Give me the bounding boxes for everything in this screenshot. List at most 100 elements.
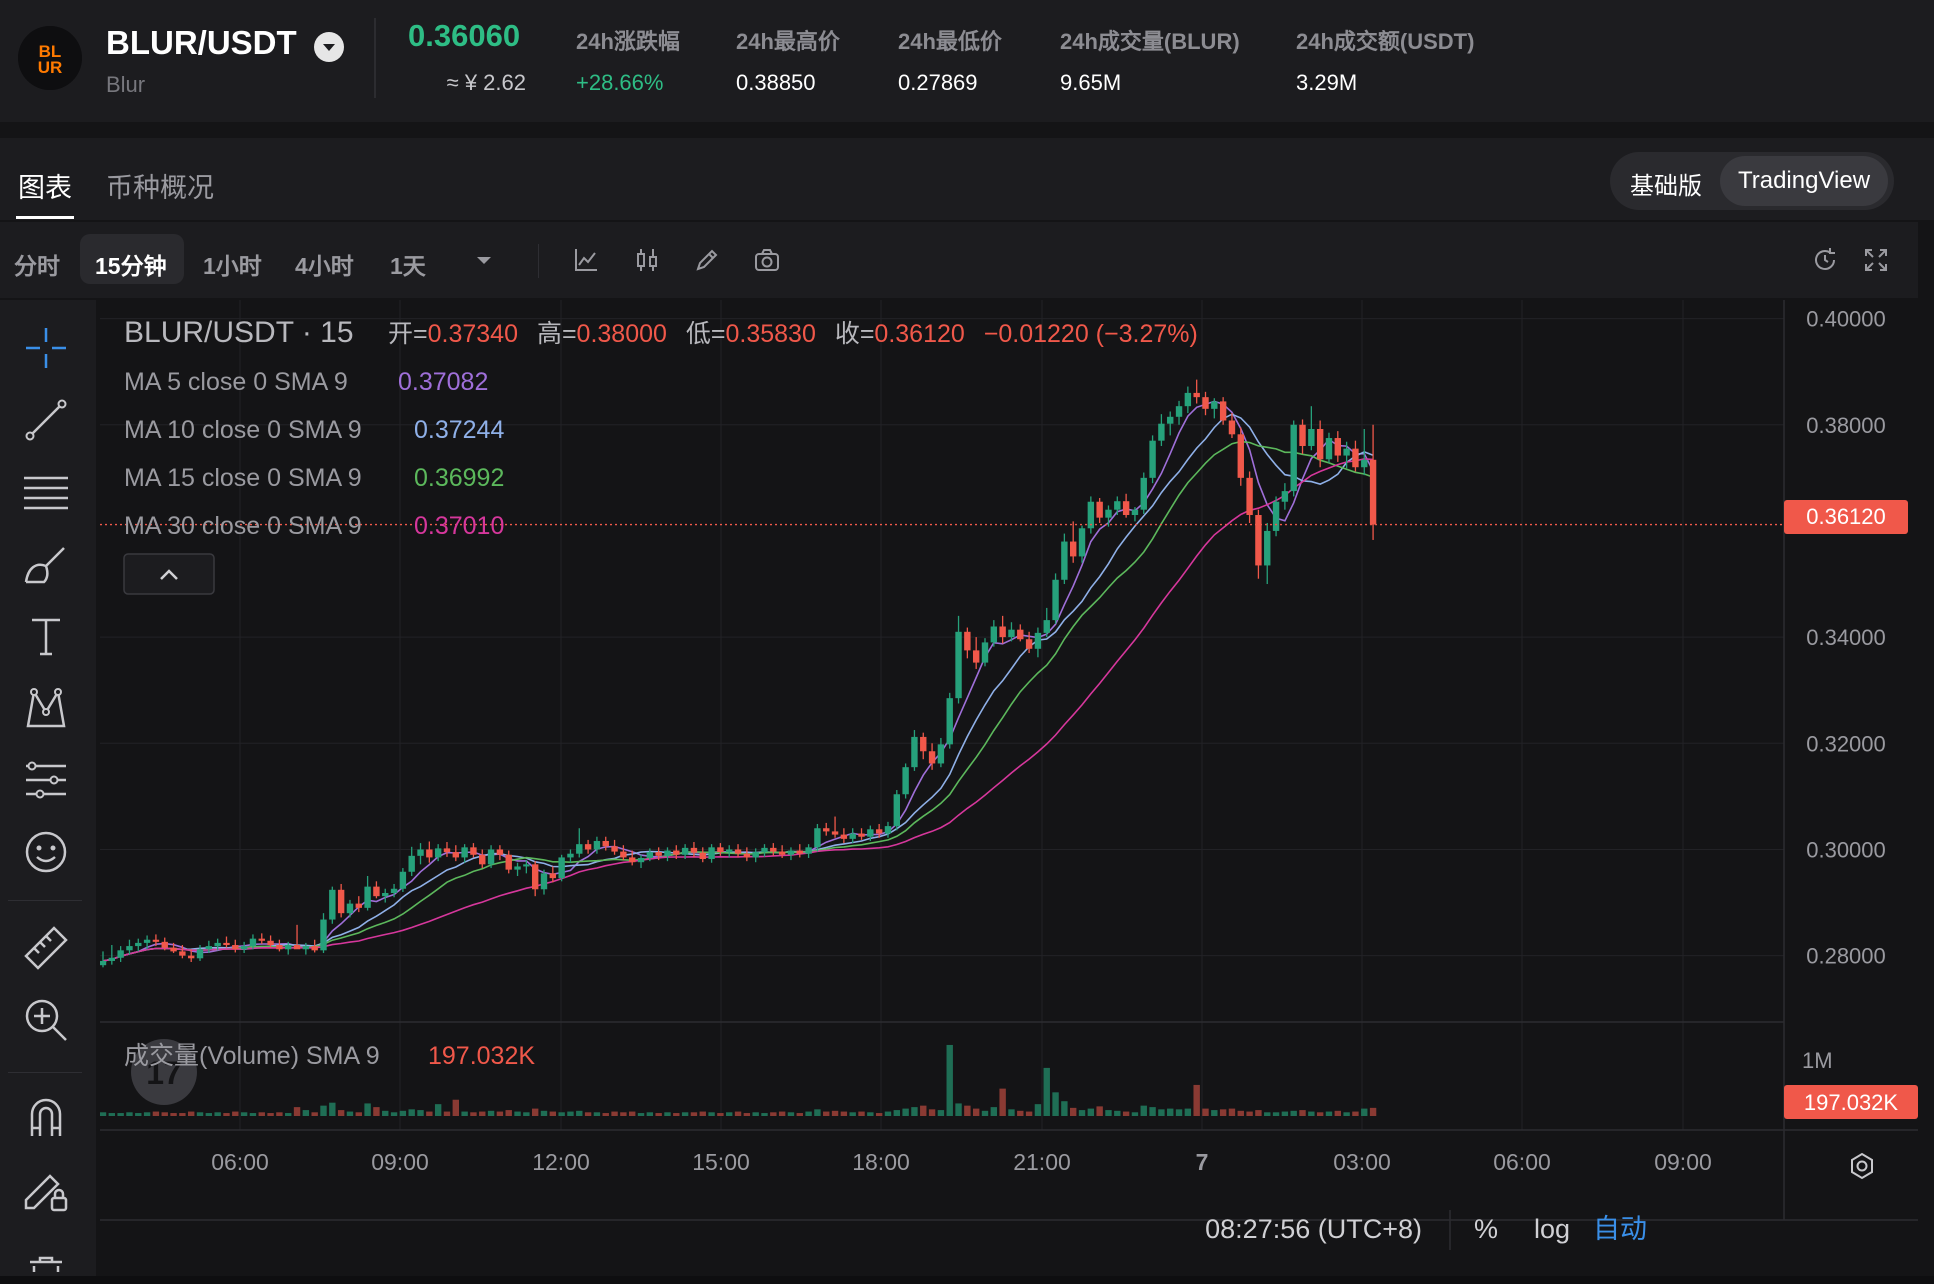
- pattern-icon[interactable]: [20, 682, 72, 734]
- price-axis-ticks: 0.40000 0.38000 0.34000 0.32000 0.30000 0.280…: [1806, 307, 1886, 969]
- text-icon[interactable]: [20, 610, 72, 662]
- log-toggle[interactable]: log: [1534, 1214, 1570, 1244]
- candle-body: [373, 886, 380, 897]
- fib-lines-icon[interactable]: [20, 466, 72, 518]
- volume-bar: [814, 1109, 821, 1116]
- volume-bar: [346, 1111, 354, 1116]
- fullscreen-icon[interactable]: [1861, 245, 1891, 275]
- volume-bar: [1034, 1104, 1042, 1116]
- interval-time[interactable]: 分时: [14, 247, 60, 281]
- candle-body: [823, 828, 830, 832]
- volume-bar: [1343, 1112, 1350, 1116]
- candle-body: [717, 847, 724, 853]
- volume-bar: [576, 1110, 583, 1116]
- trendline-icon[interactable]: [20, 394, 72, 446]
- candle-body: [990, 626, 998, 643]
- magnet-icon[interactable]: [20, 1092, 72, 1144]
- interval-4h[interactable]: 4小时: [295, 247, 354, 281]
- candle-body: [1175, 406, 1183, 417]
- zoom-in-icon[interactable]: [20, 994, 72, 1046]
- candle-body: [611, 846, 618, 852]
- prediction-icon[interactable]: [20, 754, 72, 806]
- brush-icon[interactable]: [20, 538, 72, 590]
- candle-body: [470, 847, 477, 855]
- volume-bar: [1122, 1111, 1130, 1116]
- candle-body: [1299, 424, 1306, 446]
- volume-bar: [1334, 1110, 1341, 1116]
- legend-collapse-button[interactable]: [123, 553, 215, 595]
- candle-body: [434, 848, 442, 858]
- legend-close-value: 0.36120: [874, 320, 964, 348]
- view-tradingview-button[interactable]: TradingView: [1720, 156, 1888, 206]
- volume-bar: [840, 1111, 848, 1116]
- settings-icon[interactable]: [1851, 1152, 1873, 1180]
- toolbar-divider: [538, 244, 539, 278]
- camera-icon[interactable]: [752, 245, 782, 275]
- volume-bar: [302, 1110, 310, 1116]
- volume-bar: [99, 1112, 107, 1116]
- tab-underline: [16, 216, 74, 219]
- candle-body: [240, 946, 248, 950]
- candle-body: [1158, 423, 1165, 441]
- candle-body: [487, 849, 495, 865]
- lock-draw-icon[interactable]: [20, 1164, 72, 1216]
- draw-icon[interactable]: [692, 245, 722, 275]
- volume-bar: [567, 1111, 574, 1116]
- candle-body: [549, 873, 557, 879]
- pair-name: Blur: [106, 72, 146, 97]
- candle-type-icon[interactable]: [632, 245, 662, 275]
- candle-body: [293, 945, 301, 950]
- candle-body: [770, 847, 777, 852]
- candle-body: [1052, 579, 1059, 621]
- pair-symbol[interactable]: BLUR/USDT: [106, 24, 297, 62]
- chevron-down-icon[interactable]: [469, 245, 499, 275]
- volume-bar: [911, 1107, 918, 1116]
- candle-body: [426, 849, 433, 858]
- volume-bar: [461, 1111, 468, 1116]
- volume-bar: [487, 1110, 495, 1116]
- candle-body: [646, 852, 654, 858]
- candle-body: [1334, 438, 1341, 456]
- volume-bar: [928, 1109, 936, 1116]
- tab-chart[interactable]: 图表: [18, 166, 72, 205]
- candle-body: [205, 946, 213, 950]
- emoji-icon[interactable]: [20, 826, 72, 878]
- chevron-down-icon[interactable]: [314, 32, 344, 62]
- interval-1d[interactable]: 1天: [390, 247, 426, 281]
- interval-15m[interactable]: 15分钟: [95, 247, 167, 281]
- volume-bar: [734, 1111, 742, 1116]
- legend-ma10-label: MA 10 close 0 SMA 9: [124, 416, 362, 444]
- candle-body: [346, 903, 354, 914]
- volume-bar: [1105, 1110, 1112, 1116]
- volume-bar: [558, 1112, 565, 1116]
- volume-bar: [673, 1113, 680, 1116]
- candle-body: [452, 852, 459, 858]
- candle-body: [637, 857, 645, 863]
- indicator-icon[interactable]: [571, 245, 601, 275]
- interval-1h[interactable]: 1小时: [203, 247, 262, 281]
- candle-body: [902, 767, 909, 795]
- candle-body: [761, 847, 768, 853]
- percent-toggle[interactable]: %: [1474, 1214, 1498, 1244]
- candle-body: [1316, 429, 1324, 460]
- crosshair-icon[interactable]: [20, 322, 72, 374]
- volume-bar: [655, 1113, 662, 1116]
- trash-icon[interactable]: [20, 1242, 72, 1272]
- volume-bar: [1061, 1101, 1068, 1116]
- candle-body: [593, 840, 601, 850]
- volume-bar: [179, 1113, 186, 1116]
- volume-bar: [1316, 1112, 1324, 1116]
- volume-bar: [1255, 1110, 1262, 1116]
- volume-bar: [752, 1112, 759, 1116]
- volume-bar: [320, 1105, 327, 1116]
- ruler-icon[interactable]: [20, 922, 72, 974]
- view-basic-button[interactable]: 基础版: [1630, 166, 1702, 201]
- volume-bar: [690, 1112, 698, 1116]
- tab-coin-overview[interactable]: 币种概况: [106, 166, 214, 205]
- price-chart[interactable]: 0.40000 0.38000 0.34000 0.32000 0.30000 0.280…: [88, 300, 1918, 1276]
- clock-time[interactable]: 08:27:56 (UTC+8): [1205, 1214, 1422, 1244]
- legend-ma10-value: 0.37244: [414, 416, 504, 444]
- candle-body: [805, 847, 812, 854]
- auto-toggle[interactable]: 自动: [1593, 1214, 1647, 1244]
- reload-icon[interactable]: [1810, 245, 1840, 275]
